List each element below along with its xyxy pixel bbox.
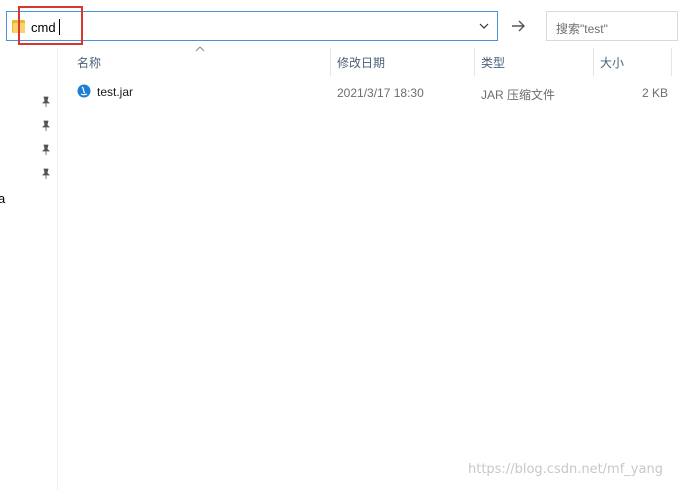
watermark: https://blog.csdn.net/mf_yang: [468, 462, 663, 477]
column-header-size[interactable]: 大小: [593, 54, 671, 76]
pin-icon[interactable]: [40, 144, 52, 156]
arrow-right-icon: [512, 20, 525, 32]
search-input[interactable]: 搜索"test": [556, 20, 608, 37]
pin-icon[interactable]: [40, 120, 52, 132]
annotation-highlight-box: [18, 6, 83, 45]
column-header-date[interactable]: 修改日期: [330, 54, 474, 76]
java-jar-icon: [77, 84, 91, 98]
go-button[interactable]: [505, 12, 531, 40]
column-header-name[interactable]: 名称: [70, 54, 330, 76]
file-row[interactable]: test.jar 2021/3/17 18:30 JAR 压缩文件 2 KB: [70, 80, 678, 104]
search-box[interactable]: 搜索"test": [546, 11, 678, 41]
column-header-type[interactable]: 类型: [474, 54, 593, 76]
file-type: JAR 压缩文件: [481, 88, 556, 102]
sort-ascending-icon: [195, 46, 205, 52]
nav-item-clipped[interactable]: a: [0, 191, 5, 206]
pin-icon[interactable]: [40, 168, 52, 180]
file-date: 2021/3/17 18:30: [337, 86, 424, 100]
file-name[interactable]: test.jar: [97, 85, 133, 99]
navigation-pane[interactable]: a: [0, 48, 58, 490]
file-size: 2 KB: [641, 86, 668, 100]
chevron-down-icon[interactable]: [477, 18, 491, 34]
pin-icon[interactable]: [40, 96, 52, 108]
column-divider[interactable]: [671, 48, 672, 76]
